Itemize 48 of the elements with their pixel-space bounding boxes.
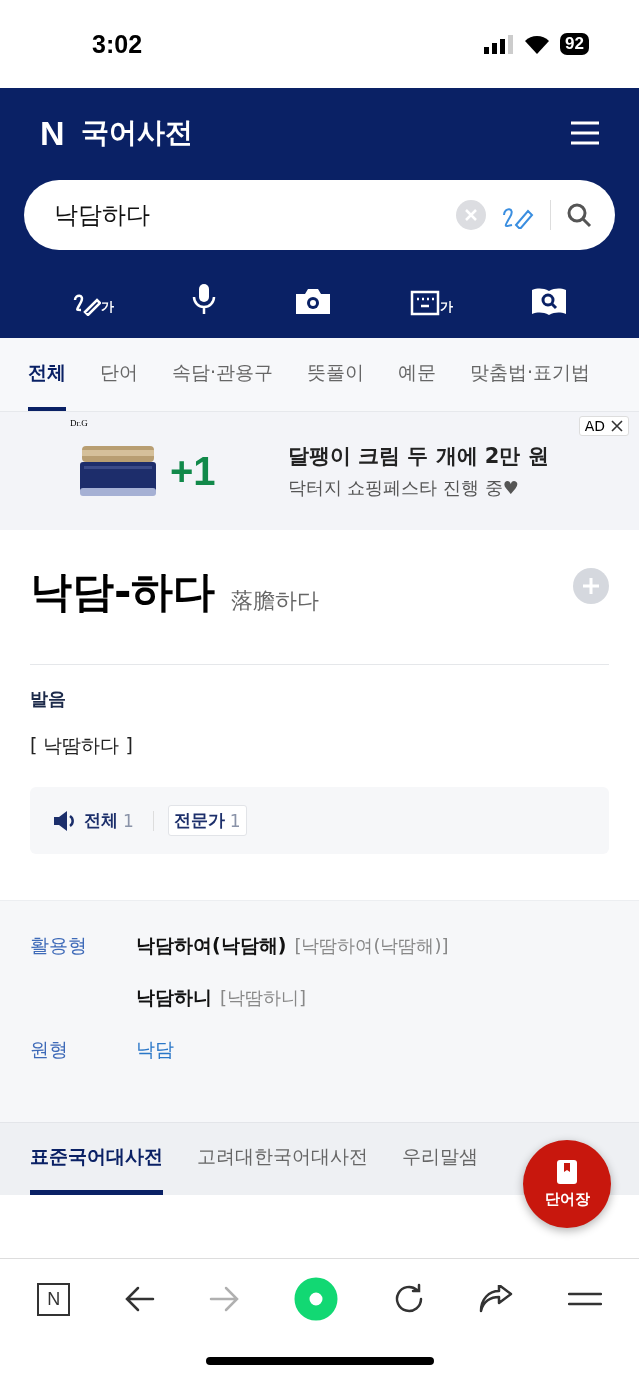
book-search-icon bbox=[530, 286, 569, 316]
input-tool-button[interactable]: 가 bbox=[409, 276, 453, 316]
search-icon[interactable] bbox=[565, 201, 593, 229]
naver-logo[interactable]: N bbox=[40, 113, 65, 153]
dictionary-tab[interactable]: 우리말샘 bbox=[402, 1123, 478, 1195]
naver-home-icon[interactable]: N bbox=[37, 1282, 71, 1316]
dictionary-tab[interactable]: 고려대한국어대사전 bbox=[197, 1123, 368, 1195]
ad-promo: +1 bbox=[170, 448, 216, 494]
back-arrow-icon[interactable] bbox=[124, 1286, 155, 1312]
category-tab[interactable]: 단어 bbox=[100, 338, 138, 411]
wifi-icon bbox=[524, 34, 551, 54]
inflected-form: 낙담하여(낙담해) bbox=[136, 933, 287, 958]
ad-brand: Dr.G bbox=[70, 418, 88, 428]
ad-close-button[interactable]: AD bbox=[578, 416, 629, 436]
category-tab[interactable]: 예문 bbox=[398, 338, 437, 411]
base-form-link[interactable]: 낙담 bbox=[136, 1037, 174, 1063]
close-icon bbox=[611, 420, 623, 432]
wordbook-button[interactable]: 단어장 bbox=[523, 1140, 611, 1228]
search-field[interactable]: 낙담하다 bbox=[24, 180, 615, 250]
signal-icon bbox=[484, 34, 515, 54]
form-label: 활용형 bbox=[30, 933, 88, 958]
audio-button[interactable]: 전문가 1 bbox=[167, 805, 247, 836]
status-time: 3:02 bbox=[92, 29, 143, 59]
app-title: 국어사전 bbox=[80, 115, 194, 151]
form-pronunciation: [낙땀하니] bbox=[220, 986, 307, 1010]
search-query: 낙담하다 bbox=[54, 200, 151, 231]
inflected-form: 낙담하니 bbox=[136, 985, 212, 1010]
microphone-icon bbox=[191, 282, 218, 316]
pronunciation: [ 낙땀하다 ] bbox=[30, 733, 134, 758]
battery-level: 92 bbox=[560, 33, 589, 55]
menu-icon[interactable] bbox=[567, 1292, 602, 1306]
headword: 낙담-하다 bbox=[30, 566, 216, 618]
form-pronunciation: [낙땀하여(낙땀해)] bbox=[294, 934, 449, 958]
category-tab[interactable]: 뜻풀이 bbox=[307, 338, 365, 411]
ad-headline[interactable]: 달팽이 크림 두 개에 2만 원 bbox=[287, 442, 549, 470]
keyboard-icon bbox=[409, 290, 440, 316]
category-tab[interactable]: 맞춤법·표기법 bbox=[470, 338, 591, 411]
audio-button[interactable]: 전체 1 bbox=[48, 806, 139, 835]
hanja-form: 落膽하다 bbox=[231, 587, 321, 615]
dictionary-tab[interactable]: 표준국어대사전 bbox=[30, 1123, 163, 1195]
bookmark-book-icon bbox=[557, 1159, 577, 1184]
camera-icon bbox=[294, 286, 333, 316]
form-label: 원형 bbox=[30, 1037, 69, 1062]
ad-subline: 닥터지 쇼핑페스타 진행 중♥ bbox=[287, 476, 520, 500]
input-tool-button[interactable]: 가 bbox=[70, 276, 114, 316]
pronunciation-label: 발음 bbox=[30, 687, 67, 711]
share-icon[interactable] bbox=[479, 1285, 514, 1313]
category-tab[interactable]: 속담·관용구 bbox=[172, 338, 274, 411]
